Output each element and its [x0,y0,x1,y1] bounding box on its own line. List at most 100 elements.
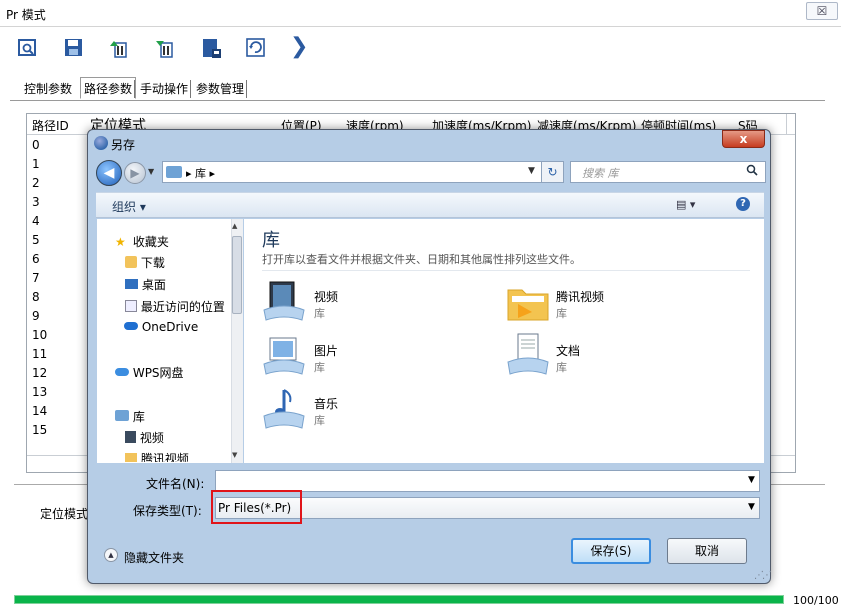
nav-item-label: 视频 [139,431,164,445]
nav-item-wps-cloud[interactable]: WPS网盘 [115,364,184,381]
help-icon[interactable]: ? [736,197,750,211]
table-row[interactable]: 2 [32,176,40,190]
search-placeholder: 搜索 库 [582,167,619,180]
nav-scrollbar-thumb[interactable] [232,236,242,314]
nav-item-label: 收藏夹 [132,235,169,249]
table-row[interactable]: 12 [32,366,47,380]
library-icon [115,410,129,421]
cloud-icon [124,322,138,330]
table-row[interactable]: 5 [32,233,40,247]
recent-places-icon [125,300,137,312]
nav-item-label: 库 [132,410,145,424]
highlight-box [211,490,302,524]
table-row[interactable]: 9 [32,309,40,323]
table-row[interactable]: 14 [32,404,47,418]
nav-item-videos[interactable]: 视频 [125,429,164,446]
nav-item-recent-places[interactable]: 最近访问的位置 [125,298,225,315]
tab-divider [134,80,135,98]
scroll-up-icon[interactable]: ▲ [232,222,237,230]
tab-manual-operation[interactable]: 手动操作 [137,78,191,100]
arrow-right-icon[interactable]: ❯ [290,36,312,58]
nav-item-favorites[interactable]: ★ 收藏夹 [115,233,169,250]
table-row[interactable]: 0 [32,138,40,152]
tencent-video-folder-icon[interactable] [506,282,550,325]
library-item-name[interactable]: 腾讯视频 [556,288,604,305]
resize-grip-icon[interactable]: ⋰⋰ [754,570,772,581]
progress-text: 100/100 [793,594,839,607]
table-row[interactable]: 3 [32,195,40,209]
library-item-name[interactable]: 视频 [314,288,338,305]
table-row[interactable]: 10 [32,328,47,342]
nav-item-onedrive[interactable]: OneDrive [124,320,198,334]
navigation-pane[interactable] [97,219,243,463]
music-library-icon[interactable] [262,386,306,433]
tab-control-params[interactable]: 控制参数 [21,78,75,100]
chevron-up-icon[interactable]: ▲ [104,548,118,562]
filetype-dropdown-icon[interactable]: ▼ [748,502,755,512]
download-icon[interactable] [154,37,176,59]
nav-item-downloads[interactable]: 下载 [125,254,165,271]
nav-item-label: 桌面 [141,278,166,292]
table-row[interactable]: 15 [32,423,47,437]
forward-button[interactable]: ▶ [124,162,146,184]
nav-item-label: 下载 [140,256,165,270]
download-folder-icon [125,256,137,268]
tab-param-management[interactable]: 参数管理 [193,78,247,100]
table-row[interactable]: 7 [32,271,40,285]
nav-item-label: 腾讯视频 [140,452,189,462]
table-row[interactable]: 6 [32,252,40,266]
search-icon[interactable] [746,164,758,179]
dialog-close-button[interactable]: x [722,130,765,148]
library-item-name[interactable]: 文档 [556,342,580,359]
address-bar[interactable] [162,161,542,183]
filename-dropdown-icon[interactable]: ▼ [748,475,755,485]
tab-path-params[interactable]: 路径参数 [80,77,137,99]
table-row[interactable]: 1 [32,157,40,171]
address-path[interactable]: ▸ 库 ▸ [186,165,215,181]
cancel-button[interactable]: 取消 [667,538,747,564]
scroll-down-icon[interactable]: ▼ [232,451,237,459]
table-row[interactable]: 4 [32,214,40,228]
tencent-video-folder-icon [125,453,137,462]
recent-locations-dropdown[interactable]: ▼ [148,167,154,176]
window-close-button[interactable]: ☒ [806,2,838,20]
reload-icon[interactable] [245,37,267,59]
nav-item-label: OneDrive [141,320,199,334]
nav-item-label: 最近访问的位置 [140,300,225,314]
tab-underline [10,100,825,101]
preview-icon[interactable] [17,37,39,59]
picture-library-icon[interactable] [262,336,306,379]
library-item-type: 库 [314,361,325,374]
refresh-icon[interactable]: ↻ [542,161,564,183]
video-library-icon[interactable] [262,280,306,327]
save-file-icon[interactable] [200,37,222,59]
view-options-button[interactable]: ▤ ▾ [676,198,695,211]
nav-item-desktop[interactable]: 桌面 [125,276,166,293]
back-button[interactable]: ◀ [96,160,122,186]
library-item-name[interactable]: 图片 [314,342,338,359]
table-row[interactable]: 11 [32,347,47,361]
dialog-title: 另存 [111,138,136,152]
table-row[interactable]: 13 [32,385,47,399]
filename-input[interactable] [215,470,760,492]
video-library-icon [125,431,136,443]
save-button[interactable]: 保存(S) [571,538,651,564]
address-dropdown-icon[interactable]: ▼ [528,166,535,176]
save-disk-icon[interactable] [63,37,85,59]
nav-item-libraries[interactable]: 库 [115,408,145,425]
progress-bar [14,595,784,604]
column-header-path-id[interactable]: 路径ID [32,117,69,134]
upload-icon[interactable] [108,37,130,59]
table-row[interactable]: 8 [32,290,40,304]
title-divider [0,26,841,27]
document-library-icon[interactable] [506,332,550,379]
filetype-label: 保存类型(T): [133,504,202,518]
position-mode-label: 定位模式 [40,507,89,521]
nav-item-tencent-video[interactable]: 腾讯视频 [125,450,189,462]
hide-folders-toggle[interactable]: 隐藏文件夹 [124,549,184,566]
library-item-type: 库 [556,361,567,374]
library-item-type: 库 [314,307,325,320]
library-separator [262,270,750,271]
organize-menu[interactable]: 组织 ▾ [112,198,146,215]
library-item-name[interactable]: 音乐 [314,395,338,412]
